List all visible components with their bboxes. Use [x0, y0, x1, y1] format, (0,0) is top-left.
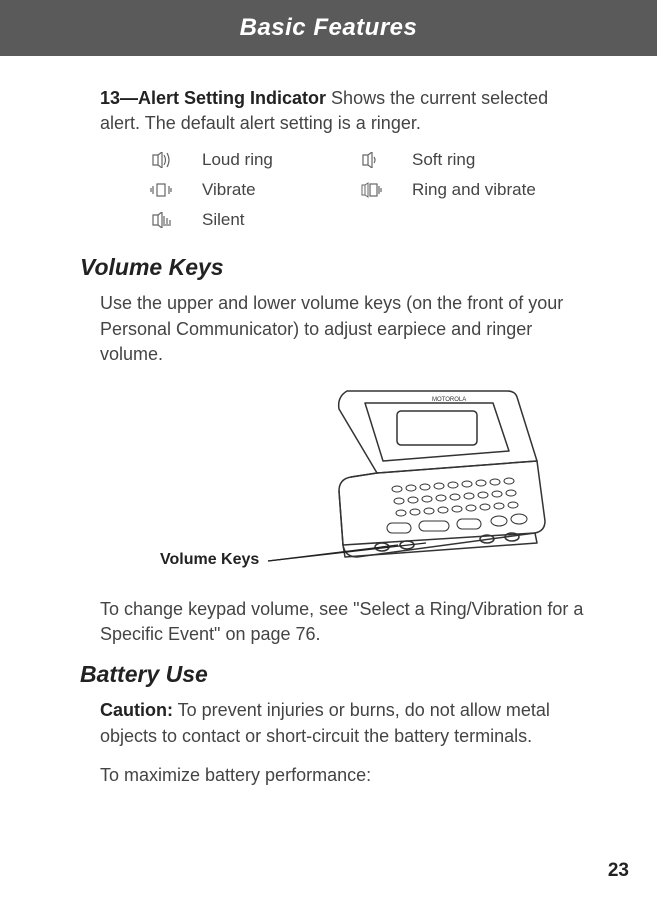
silent-icon [150, 212, 172, 228]
alert-options-grid: Loud ring Soft ring Vibrate Ring and vib… [150, 150, 587, 230]
header-bar: Basic Features [0, 0, 657, 56]
alert-label-loud: Loud ring [202, 150, 342, 170]
heading-volume-keys: Volume Keys [80, 254, 587, 281]
page: Basic Features 13—Alert Setting Indicato… [0, 0, 657, 902]
alert-label-vibrate: Vibrate [202, 180, 342, 200]
page-title: Basic Features [240, 14, 418, 42]
content-area: 13—Alert Setting Indicator Shows the cur… [0, 56, 657, 788]
alert-label-silent: Silent [202, 210, 342, 230]
battery-caution-paragraph: Caution: To prevent injuries or burns, d… [100, 698, 587, 748]
vibrate-icon [150, 182, 172, 198]
volume-keys-callout-label: Volume Keys [160, 551, 259, 569]
alert-label-ring-vibrate: Ring and vibrate [412, 180, 587, 200]
soft-ring-icon [360, 152, 382, 168]
sec13-paragraph: 13—Alert Setting Indicator Shows the cur… [100, 86, 587, 136]
sec13-lead: 13—Alert Setting Indicator [100, 88, 326, 108]
page-number: 23 [608, 860, 629, 882]
heading-battery-use: Battery Use [80, 661, 587, 688]
device-illustration-wrap: MOTOROLA [100, 381, 587, 591]
loud-ring-icon [150, 152, 172, 168]
battery-maximize-paragraph: To maximize battery performance: [100, 763, 587, 788]
callout-leader-lines [268, 531, 488, 581]
caution-label: Caution: [100, 700, 173, 720]
volume-keys-after-paragraph: To change keypad volume, see "Select a R… [100, 597, 587, 647]
ring-and-vibrate-icon [360, 182, 382, 198]
alert-label-soft: Soft ring [412, 150, 587, 170]
svg-text:MOTOROLA: MOTOROLA [432, 397, 466, 403]
volume-keys-paragraph: Use the upper and lower volume keys (on … [100, 291, 587, 367]
